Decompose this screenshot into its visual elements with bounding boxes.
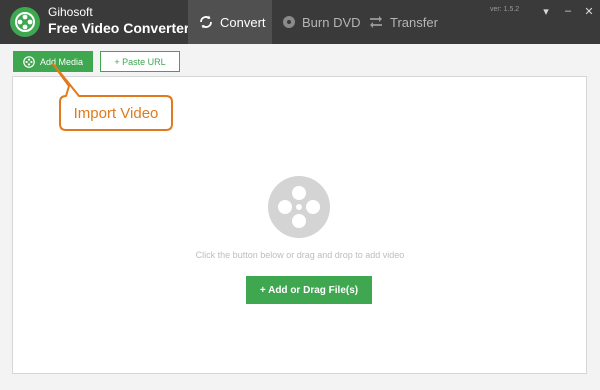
tab-convert-label: Convert (220, 14, 266, 30)
tab-convert[interactable]: Convert (188, 0, 272, 44)
product-name: Free Video Converter (48, 20, 190, 36)
film-reel-placeholder-icon (268, 176, 330, 238)
film-reel-icon (23, 55, 35, 68)
menu-dropdown-button[interactable]: ▾ (535, 0, 557, 22)
disc-icon (283, 16, 295, 28)
version-label: ver: 1.5.2 (490, 6, 520, 13)
refresh-icon (200, 15, 212, 29)
tab-transfer-label: Transfer (390, 14, 438, 30)
add-or-drag-files-button[interactable]: + Add or Drag File(s) (246, 276, 372, 304)
tab-transfer[interactable]: Transfer (368, 0, 438, 44)
transfer-arrows-icon (370, 16, 382, 28)
brand-name: Gihosoft (48, 5, 93, 19)
close-button[interactable]: ✕ (578, 0, 600, 22)
title-bar: Gihosoft Free Video Converter Convert Bu… (0, 0, 600, 44)
drop-hint-text: Click the button below or drag and drop … (195, 250, 405, 260)
app-brand: Gihosoft Free Video Converter (48, 6, 189, 35)
callout-text: Import Video (73, 104, 159, 122)
app-logo-icon (10, 7, 40, 37)
tab-burn-dvd-label: Burn DVD (302, 14, 361, 30)
tab-burn-dvd[interactable]: Burn DVD (282, 0, 361, 44)
minimize-button[interactable]: – (557, 0, 579, 22)
